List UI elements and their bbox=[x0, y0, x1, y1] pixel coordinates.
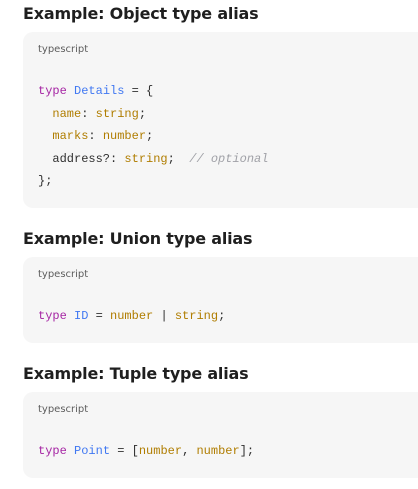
code-token-type: string bbox=[95, 106, 139, 121]
code-token-prop: marks bbox=[52, 129, 89, 143]
code-line: marks: number; bbox=[38, 125, 268, 148]
code-block-object: typescript type Details = { name: string… bbox=[23, 32, 418, 208]
code-token-type-name: Details bbox=[74, 84, 125, 98]
code-lines: type Details = { name: string; marks: nu… bbox=[38, 80, 268, 193]
code-token-prop: name bbox=[52, 106, 82, 121]
code-lines: type ID = number | string; bbox=[38, 305, 225, 328]
code-token-punct: : bbox=[88, 129, 103, 143]
code-line: type Point = [number, number]; bbox=[38, 440, 254, 463]
code-token-punct bbox=[67, 309, 74, 323]
code-line: type ID = number | string; bbox=[38, 305, 225, 328]
code-token-type: number bbox=[196, 444, 240, 458]
code-token-punct: address?: bbox=[38, 151, 125, 166]
code-line: address?: string; // optional bbox=[38, 148, 268, 171]
code-token-type: number bbox=[102, 129, 147, 143]
code-token-punct bbox=[38, 107, 52, 121]
code-language-label: typescript bbox=[38, 269, 89, 280]
code-token-punct: = [ bbox=[110, 444, 139, 458]
code-token-punct bbox=[67, 444, 74, 458]
code-token-punct: | bbox=[153, 309, 175, 323]
code-token-punct: ; bbox=[218, 309, 226, 323]
code-token-type: number bbox=[138, 444, 183, 458]
code-language-label: typescript bbox=[38, 44, 89, 55]
code-token-punct bbox=[38, 129, 52, 143]
code-token-keyword: type bbox=[38, 309, 67, 323]
section-title-union: Example: Union type alias bbox=[23, 229, 253, 248]
code-token-punct: ; bbox=[146, 129, 154, 143]
code-line: }; bbox=[38, 170, 268, 193]
code-token-punct: ; bbox=[167, 151, 190, 166]
code-token-punct: }; bbox=[38, 174, 53, 188]
code-block-union: typescript type ID = number | string; bbox=[23, 257, 418, 343]
code-block-tuple: typescript type Point = [number, number]… bbox=[23, 392, 418, 478]
section-title-object: Example: Object type alias bbox=[23, 4, 259, 23]
code-token-comment: // optional bbox=[189, 151, 269, 166]
code-token-punct: = bbox=[88, 309, 111, 323]
code-token-punct: : bbox=[81, 106, 96, 121]
code-token-type: string bbox=[124, 151, 168, 166]
code-token-punct: ; bbox=[138, 106, 147, 121]
code-line: type Details = { bbox=[38, 80, 268, 103]
code-token-keyword: type bbox=[38, 84, 67, 98]
code-token-punct: , bbox=[182, 444, 197, 458]
code-token-type: string bbox=[174, 309, 219, 323]
code-token-type-name: Point bbox=[74, 444, 111, 458]
code-token-punct bbox=[67, 84, 74, 98]
code-token-type-name: ID bbox=[74, 309, 89, 323]
section-title-tuple: Example: Tuple type alias bbox=[23, 364, 249, 383]
code-token-punct: ]; bbox=[239, 444, 255, 458]
code-line: name: string; bbox=[38, 103, 268, 126]
code-token-type: number bbox=[110, 309, 154, 323]
code-token-punct: = { bbox=[124, 84, 154, 98]
code-lines: type Point = [number, number]; bbox=[38, 440, 254, 463]
code-token-keyword: type bbox=[38, 444, 67, 458]
code-language-label: typescript bbox=[38, 404, 89, 415]
